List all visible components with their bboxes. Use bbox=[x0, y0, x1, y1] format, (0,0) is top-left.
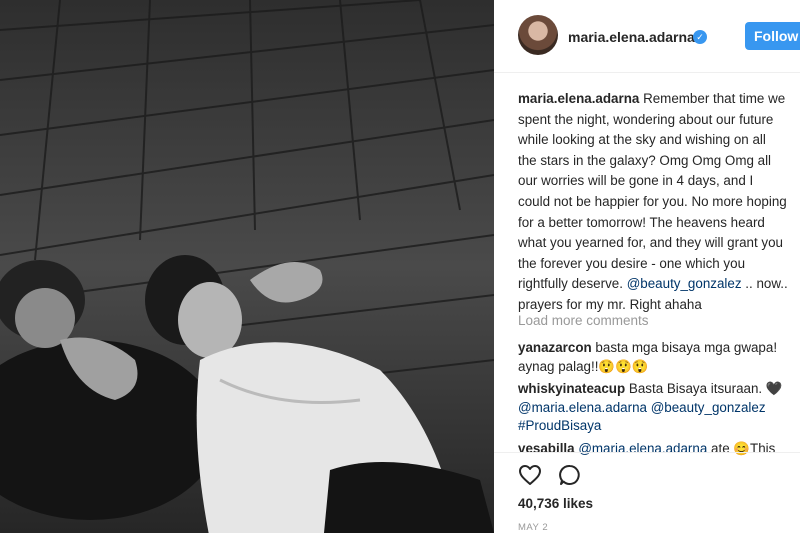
comment-text: Basta Bisaya itsuraan. 🖤 bbox=[628, 381, 783, 396]
photo-image bbox=[0, 0, 494, 533]
post-date[interactable]: MAY 2 bbox=[518, 522, 548, 533]
comment-mentions-link[interactable]: @maria.elena.adarna @beauty_gonzalez #Pr… bbox=[518, 400, 766, 434]
post-actions: 40,736 likes MAY 2 bbox=[494, 452, 800, 533]
post-sidebar: maria.elena.adarna ✓ Follow maria.elena.… bbox=[494, 0, 800, 533]
post-header: maria.elena.adarna ✓ Follow bbox=[494, 0, 800, 73]
caption-text: Remember that time we spent the night, w… bbox=[518, 91, 787, 292]
verified-badge-icon: ✓ bbox=[693, 30, 707, 44]
heart-outline-icon[interactable] bbox=[518, 463, 542, 487]
header-username[interactable]: maria.elena.adarna bbox=[568, 29, 695, 45]
avatar[interactable] bbox=[518, 15, 558, 55]
comment-username[interactable]: yanazarcon bbox=[518, 340, 592, 355]
caption-username[interactable]: maria.elena.adarna bbox=[518, 91, 639, 106]
comment-item: yanazarcon basta mga bisaya mga gwapa! a… bbox=[518, 339, 788, 376]
comment-item: whiskyinateacup Basta Bisaya itsuraan. 🖤… bbox=[518, 380, 788, 436]
load-more-comments-link[interactable]: Load more comments bbox=[518, 313, 649, 328]
post-caption: maria.elena.adarna Remember that time we… bbox=[518, 89, 788, 316]
comment-bubble-icon[interactable] bbox=[558, 463, 582, 487]
post-photo[interactable] bbox=[0, 0, 494, 533]
caption-mention-link[interactable]: @beauty_gonzalez bbox=[627, 276, 742, 291]
likes-count[interactable]: 40,736 likes bbox=[518, 496, 593, 511]
follow-button[interactable]: Follow bbox=[745, 22, 800, 50]
comment-username[interactable]: whiskyinateacup bbox=[518, 381, 625, 396]
